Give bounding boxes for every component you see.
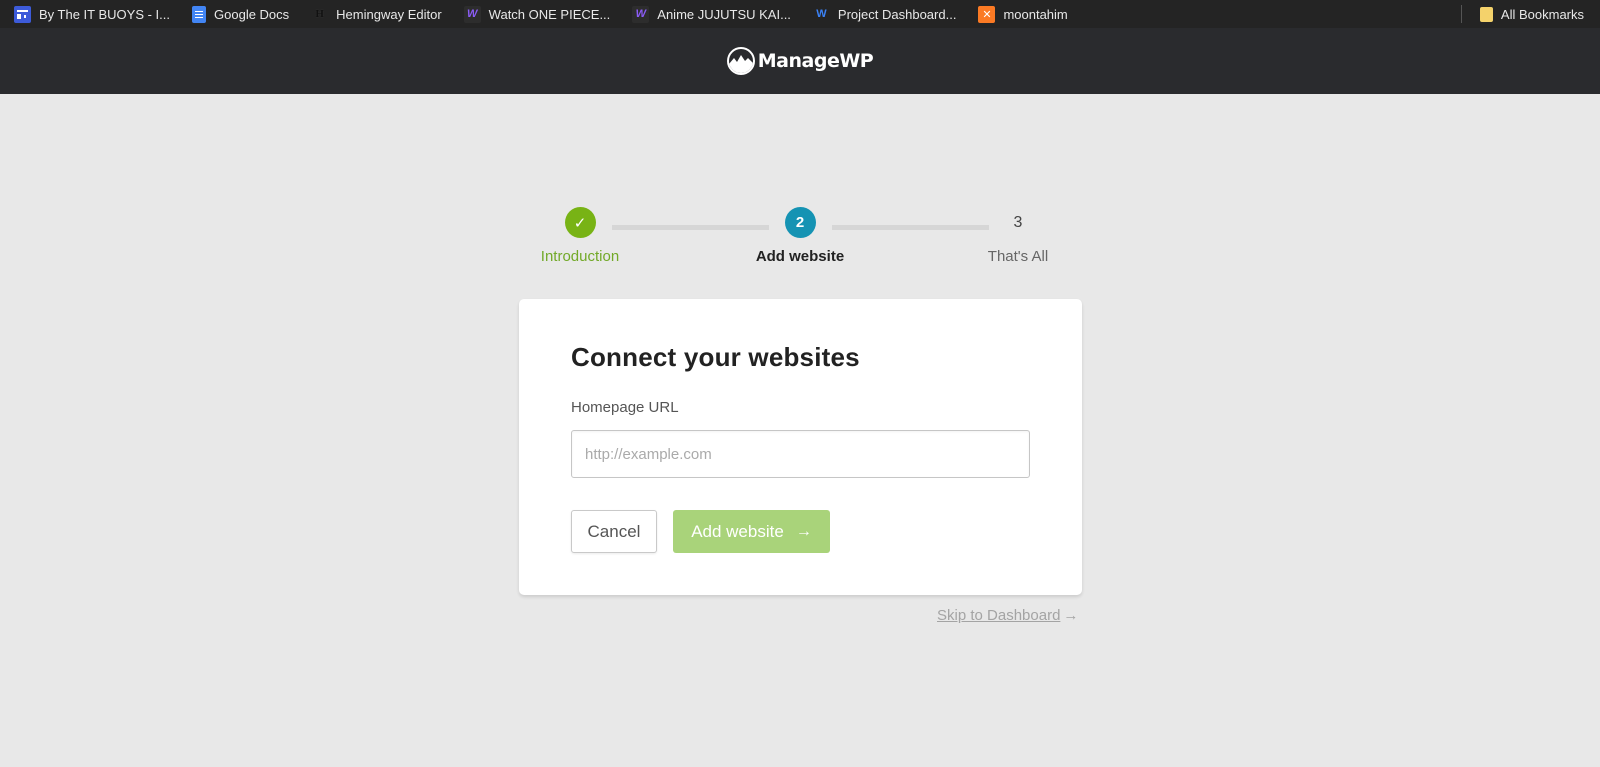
bookmark-label: Google Docs [214, 6, 290, 22]
xampp-icon: ✕ [978, 5, 996, 23]
bookmark-label: Project Dashboard... [837, 6, 957, 22]
skip-to-dashboard-link[interactable]: Skip to Dashboard → [937, 607, 1078, 624]
add-website-button[interactable]: Add website → [673, 510, 830, 553]
google-docs-icon [192, 5, 207, 23]
bookmark-project-dashboard[interactable]: W Project Dashboard... [799, 0, 965, 28]
checkmark-icon: ✓ [564, 207, 596, 238]
bookmark-hemingway[interactable]: H Hemingway Editor [297, 0, 450, 28]
step-introduction: ✓ Introduction [520, 207, 640, 265]
hemingway-icon: H [315, 8, 324, 20]
bookmark-label: Hemingway Editor [336, 6, 442, 22]
bookmark-moontahim[interactable]: ✕ moontahim [964, 0, 1075, 28]
bookmark-itbuoys[interactable]: By The IT BUOYS - I... [0, 0, 178, 28]
arrow-right-icon: → [1063, 607, 1079, 624]
itbuoys-icon [14, 5, 31, 23]
cancel-button[interactable]: Cancel [571, 510, 657, 553]
all-bookmarks-label: All Bookmarks [1500, 6, 1584, 22]
app-header: ManageWP [0, 28, 1600, 94]
bookmark-one-piece[interactable]: W Watch ONE PIECE... [450, 0, 619, 28]
step-label: Introduction [540, 248, 620, 265]
bookmark-label: By The IT BUOYS - I... [39, 6, 171, 22]
step-number: 3 [1013, 213, 1023, 231]
bookmark-label: moontahim [1003, 6, 1068, 22]
logo-text: ManageWP [757, 50, 874, 72]
step-thats-all: 3 That's All [958, 207, 1078, 266]
add-website-label: Add website [691, 521, 784, 541]
skip-label: Skip to Dashboard [937, 607, 1061, 624]
bookmarks-bar: By The IT BUOYS - I... Google Docs H Hem… [0, 0, 1600, 28]
step-label: That's All [987, 248, 1049, 265]
bookmark-jujutsu-kaisen[interactable]: W Anime JUJUTSU KAI... [618, 0, 799, 28]
homepage-url-input[interactable] [571, 430, 1030, 478]
step-add-website: 2 Add website [740, 207, 860, 265]
w-purple-icon: W [463, 5, 481, 23]
progress-stepper: ✓ Introduction 2 Add website 3 That's Al… [520, 207, 1060, 277]
managewp-logo[interactable]: ManageWP [726, 47, 874, 75]
step-number: 2 [784, 207, 816, 238]
card-title: Connect your websites [571, 342, 860, 372]
arrow-right-icon: → [795, 522, 812, 540]
step-label: Add website [755, 248, 845, 265]
homepage-url-label: Homepage URL [571, 399, 679, 416]
mountain-logo-icon [726, 47, 755, 75]
folder-icon [1479, 6, 1493, 22]
all-bookmarks-button[interactable]: All Bookmarks [1466, 0, 1600, 28]
connect-website-card: Connect your websites Homepage URL Cance… [519, 299, 1082, 595]
bookmark-google-docs[interactable]: Google Docs [178, 0, 297, 28]
bookmark-label: Anime JUJUTSU KAI... [657, 6, 791, 22]
w-blue-icon: W [816, 8, 827, 20]
bookmarks-divider [1460, 5, 1462, 23]
bookmark-label: Watch ONE PIECE... [488, 6, 611, 22]
w-purple-icon: W [632, 5, 650, 23]
